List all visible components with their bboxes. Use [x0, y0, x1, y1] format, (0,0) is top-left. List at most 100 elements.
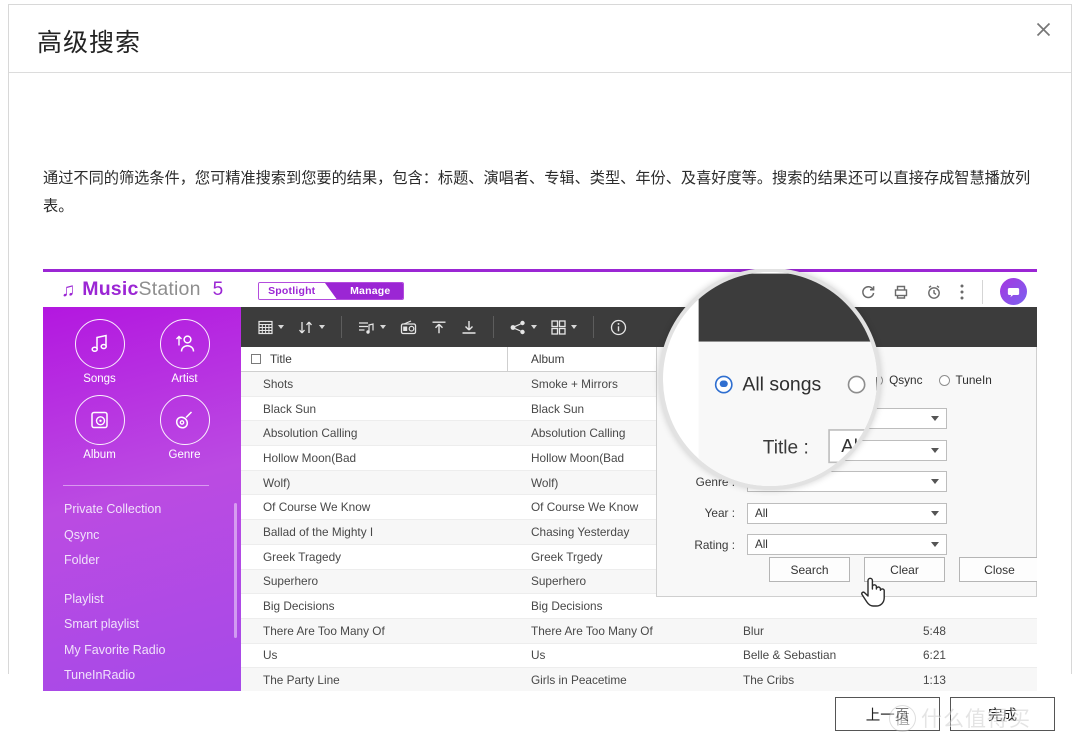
title-select[interactable]: All [828, 429, 877, 464]
toolbar-separator [593, 316, 594, 338]
sidebar-item-qsync[interactable]: Qsync [64, 523, 234, 549]
cell-title: Big Decisions [263, 599, 335, 614]
clear-button[interactable]: Clear [864, 557, 945, 582]
chevron-down-icon [571, 325, 577, 329]
done-button[interactable]: 完成 [950, 697, 1055, 731]
chevron-down-icon [931, 542, 939, 548]
sidebar-item-my-favorite-radio[interactable]: My Favorite Radio [64, 638, 234, 664]
chat-icon[interactable] [1000, 278, 1027, 305]
toolbar-separator [341, 316, 342, 338]
search-button[interactable]: Search [769, 557, 850, 582]
sidebar-item-smart-playlist[interactable]: Smart playlist [64, 612, 234, 638]
sidebar-tile-label: Songs [83, 373, 116, 385]
radio-dot-icon [847, 374, 866, 393]
cell-album: There Are Too Many Of [531, 623, 653, 638]
radio-tunein[interactable]: TuneIn [938, 373, 992, 387]
cell-title: Ballad of the Mighty I [263, 524, 374, 539]
more-vertical-icon[interactable] [959, 283, 965, 301]
search-actions: Search Clear Close [769, 557, 1037, 582]
field-label: Rating : [694, 537, 735, 552]
cell-title: Superhero [263, 574, 319, 589]
radio-icon[interactable] [393, 307, 424, 347]
intro-description: 通过不同的筛选条件，您可精准搜索到您要的结果，包含：标题、演唱者、专辑、类型、年… [43, 170, 1031, 215]
sidebar-tile-label: Album [83, 449, 116, 461]
cell-title: The Party Line [263, 673, 340, 688]
cell-duration: 1:13 [923, 673, 946, 688]
cell-title: Absolution Calling [263, 426, 358, 441]
sidebar-tiles: Songs Artist Album Genre [57, 319, 227, 461]
table-row[interactable]: There Are Too Many Of There Are Too Many… [241, 618, 1037, 644]
share-icon[interactable] [503, 307, 544, 347]
select-value: All [755, 506, 768, 520]
cell-album: Big Decisions [531, 599, 603, 614]
cell-artist: The Cribs [743, 673, 795, 688]
dialog-body: 通过不同的筛选条件，您可精准搜索到您要的结果，包含：标题、演唱者、专辑、类型、年… [9, 73, 1071, 732]
previous-page-button[interactable]: 上一页 [835, 697, 940, 731]
magnifier-content: All songs Private collection Title : All [663, 272, 877, 486]
dialog-header: 高级搜索 [9, 5, 1071, 73]
table-row[interactable]: Big Decisions Big Decisions [241, 594, 1037, 619]
table-header-title: Title [251, 352, 531, 366]
cell-duration: 6:21 [923, 648, 946, 663]
radio-dot-icon [714, 374, 733, 393]
radio-all-songs[interactable]: All songs [714, 372, 822, 396]
sidebar-item-folder[interactable]: Folder [64, 548, 234, 574]
download-icon[interactable] [454, 307, 484, 347]
sidebar-item-songs[interactable]: Songs [57, 319, 142, 385]
cell-title: Shots [263, 376, 294, 391]
topbar-icons [860, 278, 1027, 305]
page-title: 高级搜索 [37, 29, 142, 57]
sidebar-item-tunein-radio[interactable]: TuneInRadio [64, 663, 234, 689]
alarm-icon[interactable] [926, 284, 942, 300]
sidebar-item-genre[interactable]: Genre [142, 395, 227, 461]
artist-icon [159, 319, 210, 369]
sidebar-item-album[interactable]: Album [57, 395, 142, 461]
sidebar-links: Private Collection Qsync Folder Playlist… [64, 497, 234, 689]
field-label: Title : [762, 435, 809, 458]
music-note-icon [74, 319, 125, 369]
cell-album: Us [531, 648, 546, 663]
radio-label: Qsync [889, 373, 923, 387]
cell-duration: 5:48 [923, 623, 946, 638]
radio-label: All songs [742, 372, 822, 396]
select-all-checkbox[interactable] [251, 354, 261, 364]
year-select[interactable]: All [747, 502, 947, 524]
grid-view-icon[interactable] [251, 307, 291, 347]
column-divider [507, 347, 508, 372]
cell-title: Greek Tragedy [263, 549, 342, 564]
advanced-search-dialog: 高级搜索 通过不同的筛选条件，您可精准搜索到您要的结果，包含：标题、演唱者、专辑… [8, 4, 1072, 732]
table-row[interactable]: The Party Line Girls in Peacetime The Cr… [241, 668, 1037, 691]
sidebar-item-artist[interactable]: Artist [142, 319, 227, 385]
upload-icon[interactable] [424, 307, 454, 347]
music-note-icon: ♫ [61, 280, 76, 301]
sidebar-scrollbar[interactable] [234, 503, 237, 638]
toggle-spotlight[interactable]: Spotlight [259, 283, 325, 299]
sidebar-item-private-collection[interactable]: Private Collection [64, 497, 234, 523]
cell-artist: Blur [743, 623, 764, 638]
toggle-manage[interactable]: Manage [337, 283, 403, 299]
qr-code-icon[interactable] [544, 307, 584, 347]
mode-toggle[interactable]: Spotlight Manage [258, 282, 404, 300]
radio-dot-icon [938, 374, 950, 386]
select-value: All [841, 436, 863, 458]
app-topbar: ♫ MusicStation 5 Spotlight Manage [43, 269, 1037, 307]
chevron-down-icon [531, 325, 537, 329]
magnifier-lens: All songs Private collection Title : All [659, 269, 881, 490]
close-button[interactable]: Close [959, 557, 1037, 582]
sidebar-item-playlist[interactable]: Playlist [64, 587, 234, 613]
sort-icon[interactable] [291, 307, 332, 347]
radio-label: Private collection [875, 372, 877, 395]
info-icon[interactable] [603, 307, 634, 347]
rating-select[interactable]: All [747, 534, 947, 556]
radio-private-collection[interactable]: Private collection [847, 372, 877, 395]
content-toolbar [241, 307, 1037, 347]
cell-artist: Belle & Sebastian [743, 648, 837, 663]
print-icon[interactable] [893, 284, 909, 300]
close-icon[interactable] [1029, 15, 1057, 43]
table-row[interactable]: Us Us Belle & Sebastian 6:21 [241, 644, 1037, 669]
app-version: 5 [212, 279, 224, 300]
field-label: Year : [704, 506, 735, 521]
add-to-playlist-icon[interactable] [351, 307, 393, 347]
lens-search-fields: Title : All Album : All [712, 421, 877, 486]
app-name: MusicStation [82, 278, 201, 300]
